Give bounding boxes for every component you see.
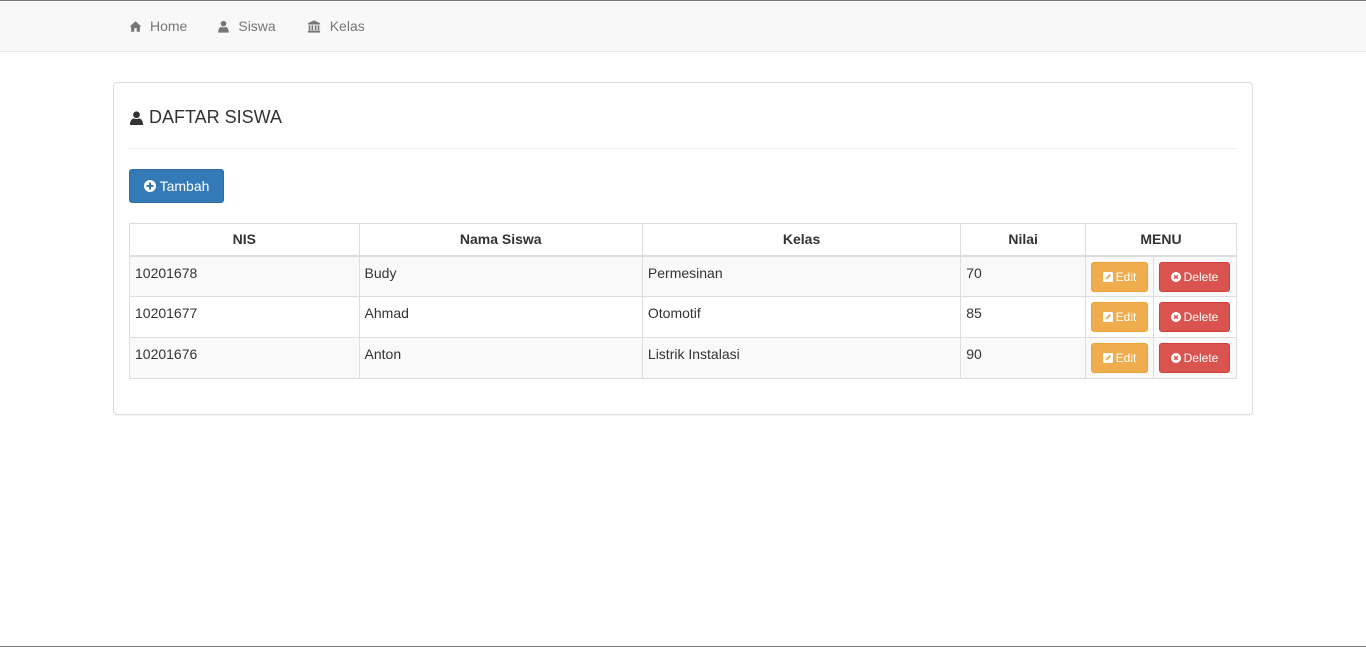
delete-button[interactable]: Delete [1158,261,1230,292]
cell-kelas: Otomotif [641,296,962,338]
page-title: DAFTAR SISWA [129,107,282,128]
add-button[interactable]: Tambah [129,169,224,203]
nav-menu: Home Siswa Kelas [114,1,380,51]
column-header-nama: Nama Siswa [358,223,643,257]
cell-kelas: Listrik Instalasi [641,337,962,379]
nav-item-label: Siswa [238,18,276,34]
times-circle-icon [1170,271,1181,282]
cell-nis: 10201677 [129,296,360,338]
student-table: NIS Nama Siswa Kelas Nilai MENU 10201678… [129,223,1238,379]
table-header-row: NIS Nama Siswa Kelas Nilai MENU [129,223,1238,257]
cell-nis: 10201678 [129,255,360,297]
cell-nama: Anton [358,337,643,379]
institution-icon [306,19,322,33]
user-icon [217,20,230,33]
cell-nilai: 90 [960,337,1086,379]
nav-item-label: Kelas [329,18,365,34]
edit-button[interactable]: Edit [1090,261,1148,292]
cell-nilai: 85 [960,296,1086,338]
delete-button-label: Delete [1183,351,1219,365]
column-header-menu: MENU [1084,223,1238,257]
cell-kelas: Permesinan [641,255,962,297]
cell-delete: Delete [1152,337,1238,379]
plus-circle-icon [143,180,156,192]
cell-nilai: 70 [960,255,1086,297]
page-title-text: DAFTAR SISWA [149,107,283,127]
column-header-nilai: Nilai [960,223,1086,257]
delete-button[interactable]: Delete [1158,343,1230,373]
home-icon [129,20,142,33]
column-header-nis: NIS [129,223,360,257]
edit-button-label: Edit [1115,351,1137,365]
cell-edit: Edit [1084,255,1154,297]
cell-edit: Edit [1084,337,1154,379]
delete-button-label: Delete [1183,269,1219,284]
cell-delete: Delete [1152,296,1238,338]
delete-button-label: Delete [1183,310,1219,324]
edit-button[interactable]: Edit [1090,302,1148,332]
add-button-label: Tambah [159,178,210,194]
nav-item-kelas[interactable]: Kelas [291,1,380,51]
times-circle-icon [1170,312,1181,322]
nav-item-label: Home [150,18,188,34]
column-header-kelas: Kelas [641,223,962,257]
divider [129,148,1237,149]
nav-item-siswa[interactable]: Siswa [202,1,290,51]
cell-edit: Edit [1084,296,1154,338]
table-row: 10201678 Budy Permesinan 70 Edit Delete [129,255,1238,297]
edit-button[interactable]: Edit [1090,343,1148,373]
cell-nama: Ahmad [358,296,643,338]
student-panel: DAFTAR SISWA Tambah NIS Nama Siswa Kelas… [113,82,1253,415]
edit-button-label: Edit [1115,269,1137,284]
table-row: 10201677 Ahmad Otomotif 85 Edit Delete [129,296,1238,338]
edit-button-label: Edit [1115,310,1137,324]
navbar: Home Siswa Kelas [0,1,1366,52]
table-row: 10201676 Anton Listrik Instalasi 90 Edit… [129,337,1238,379]
edit-icon [1102,271,1113,282]
cell-nis: 10201676 [129,337,360,379]
delete-button[interactable]: Delete [1158,302,1230,332]
cell-nama: Budy [358,255,643,297]
nav-item-home[interactable]: Home [114,1,202,51]
user-icon [129,110,144,126]
times-circle-icon [1170,353,1181,363]
cell-delete: Delete [1152,255,1238,297]
edit-icon [1102,312,1113,322]
edit-icon [1102,353,1113,363]
